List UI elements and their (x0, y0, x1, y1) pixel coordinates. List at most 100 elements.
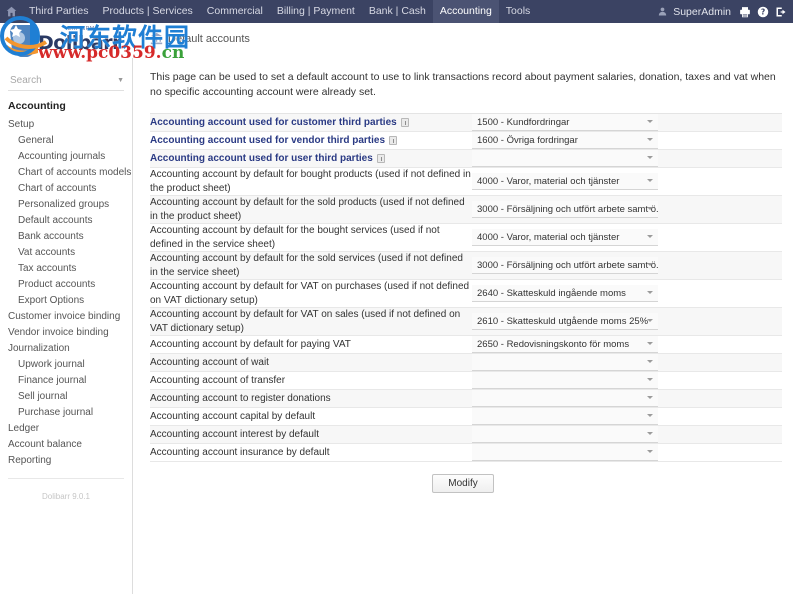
setting-label-cell: Accounting account by default for the so… (150, 252, 472, 280)
account-select[interactable] (472, 372, 658, 389)
account-select[interactable] (472, 444, 658, 461)
account-select-value: 3000 - Försäljning och utfört arbete sam… (477, 260, 658, 271)
chevron-down-icon[interactable] (647, 156, 653, 159)
sidebar-item-default-accounts[interactable]: Default accounts (0, 212, 132, 228)
top-menu-item-products-services[interactable]: Products | Services (96, 0, 200, 23)
chevron-down-icon[interactable] (647, 235, 653, 238)
account-select[interactable]: 2640 - Skatteskuld ingående moms (472, 285, 658, 302)
top-menu-item-third-parties[interactable]: Third Parties (22, 0, 96, 23)
sidebar-item-finance-journal[interactable]: Finance journal (0, 372, 132, 388)
table-row: Accounting account by default for the so… (150, 252, 782, 280)
account-select-value: 1500 - Kundfordringar (477, 117, 569, 128)
chevron-down-icon[interactable] (647, 396, 653, 399)
account-select[interactable]: 1500 - Kundfordringar (472, 114, 658, 131)
sidebar-item-customer-invoice-binding[interactable]: Customer invoice binding (0, 308, 132, 324)
dolibarr-logo[interactable]: ERP/CRM Dolibarr (6, 25, 138, 57)
modify-button[interactable]: Modify (432, 474, 493, 493)
chevron-down-icon[interactable] (647, 138, 653, 141)
chevron-down-icon[interactable]: ▼ (117, 77, 124, 84)
chevron-down-icon[interactable] (647, 120, 653, 123)
chevron-down-icon[interactable] (647, 360, 653, 363)
sidebar-item-general[interactable]: General (0, 132, 132, 148)
user-name-label: SuperAdmin (673, 6, 731, 18)
setting-select-cell: 4000 - Varor, material och tjänster (472, 168, 782, 196)
sidebar-item-sell-journal[interactable]: Sell journal (0, 388, 132, 404)
info-icon[interactable] (389, 136, 397, 145)
chevron-down-icon[interactable] (647, 263, 653, 266)
sidebar-item-chart-of-accounts-models[interactable]: Chart of accounts models (0, 164, 132, 180)
table-row: Accounting account used for vendor third… (150, 132, 782, 150)
sidebar-item-personalized-groups[interactable]: Personalized groups (0, 196, 132, 212)
setting-label: Accounting account by default for the bo… (150, 225, 440, 250)
account-select[interactable] (472, 408, 658, 425)
setting-label-cell: Accounting account by default for VAT on… (150, 280, 472, 308)
account-select[interactable] (472, 150, 658, 167)
default-accounts-table-body: Accounting account used for customer thi… (150, 114, 782, 462)
chevron-down-icon[interactable] (647, 291, 653, 294)
sidebar-item-journalization[interactable]: Journalization (0, 340, 132, 356)
sidebar-search[interactable]: ▼ (8, 71, 124, 91)
sidebar-item-tax-accounts[interactable]: Tax accounts (0, 260, 132, 276)
account-select[interactable]: 2650 - Redovisningskonto för moms (472, 336, 658, 353)
account-select[interactable] (472, 426, 658, 443)
account-select[interactable]: 1600 - Övriga fordringar (472, 132, 658, 149)
top-menu-item-accounting[interactable]: Accounting (433, 0, 499, 23)
account-select[interactable]: 3000 - Försäljning och utfört arbete sam… (472, 257, 658, 274)
sidebar-item-product-accounts[interactable]: Product accounts (0, 276, 132, 292)
setting-select-cell (472, 372, 782, 390)
setting-label-cell: Accounting account to register donations (150, 390, 472, 408)
sidebar-group-title: Accounting (0, 91, 132, 116)
modify-button-row: Modify (133, 473, 793, 493)
info-icon[interactable] (401, 118, 409, 127)
home-icon[interactable] (0, 0, 22, 23)
help-icon[interactable]: ? (755, 0, 771, 23)
chevron-down-icon[interactable] (647, 179, 653, 182)
setting-label: Accounting account used for vendor third… (150, 135, 385, 146)
print-icon[interactable] (737, 0, 753, 23)
chevron-down-icon[interactable] (647, 432, 653, 435)
top-menu-item-commercial[interactable]: Commercial (200, 0, 270, 23)
sidebar-item-chart-of-accounts[interactable]: Chart of accounts (0, 180, 132, 196)
chevron-down-icon[interactable] (647, 450, 653, 453)
content-title-bar: Default accounts (145, 23, 793, 58)
sidebar-item-bank-accounts[interactable]: Bank accounts (0, 228, 132, 244)
sidebar-item-vendor-invoice-binding[interactable]: Vendor invoice binding (0, 324, 132, 340)
sidebar-item-setup[interactable]: Setup (0, 116, 132, 132)
setting-label-cell: Accounting account used for vendor third… (150, 132, 472, 150)
sidebar-item-accounting-journals[interactable]: Accounting journals (0, 148, 132, 164)
account-select[interactable]: 4000 - Varor, material och tjänster (472, 173, 658, 190)
sidebar: ▼ Accounting SetupGeneralAccounting jour… (0, 58, 133, 594)
page-description: This page can be used to set a default a… (150, 70, 781, 100)
setting-label: Accounting account by default for VAT on… (150, 281, 469, 306)
setting-label: Accounting account of wait (150, 357, 269, 368)
sidebar-item-purchase-journal[interactable]: Purchase journal (0, 404, 132, 420)
sidebar-item-export-options[interactable]: Export Options (0, 292, 132, 308)
setting-label-cell: Accounting account of wait (150, 354, 472, 372)
top-menu-item-billing-payment[interactable]: Billing | Payment (270, 0, 362, 23)
logout-icon[interactable] (773, 0, 789, 23)
top-menu-item-bank-cash[interactable]: Bank | Cash (362, 0, 433, 23)
account-select[interactable] (472, 354, 658, 371)
table-row: Accounting account by default for the so… (150, 196, 782, 224)
sidebar-item-ledger[interactable]: Ledger (0, 420, 132, 436)
sidebar-item-upwork-journal[interactable]: Upwork journal (0, 356, 132, 372)
top-menu-item-tools[interactable]: Tools (499, 0, 538, 23)
sidebar-item-account-balance[interactable]: Account balance (0, 436, 132, 452)
chevron-down-icon[interactable] (647, 319, 653, 322)
sidebar-item-vat-accounts[interactable]: Vat accounts (0, 244, 132, 260)
account-select[interactable]: 3000 - Försäljning och utfört arbete sam… (472, 201, 658, 218)
setting-label: Accounting account by default for paying… (150, 339, 351, 350)
search-input[interactable] (8, 74, 108, 87)
account-select[interactable]: 2610 - Skatteskuld utgående moms 25% (472, 313, 658, 330)
setting-label-cell: Accounting account by default for the bo… (150, 224, 472, 252)
chevron-down-icon[interactable] (647, 414, 653, 417)
table-row: Accounting account to register donations (150, 390, 782, 408)
chevron-down-icon[interactable] (647, 342, 653, 345)
account-select[interactable]: 4000 - Varor, material och tjänster (472, 229, 658, 246)
chevron-down-icon[interactable] (647, 378, 653, 381)
top-menu-items: Third PartiesProducts | ServicesCommerci… (22, 0, 537, 23)
account-select[interactable] (472, 390, 658, 407)
info-icon[interactable] (377, 154, 385, 163)
sidebar-item-reporting[interactable]: Reporting (0, 452, 132, 468)
chevron-down-icon[interactable] (647, 207, 653, 210)
